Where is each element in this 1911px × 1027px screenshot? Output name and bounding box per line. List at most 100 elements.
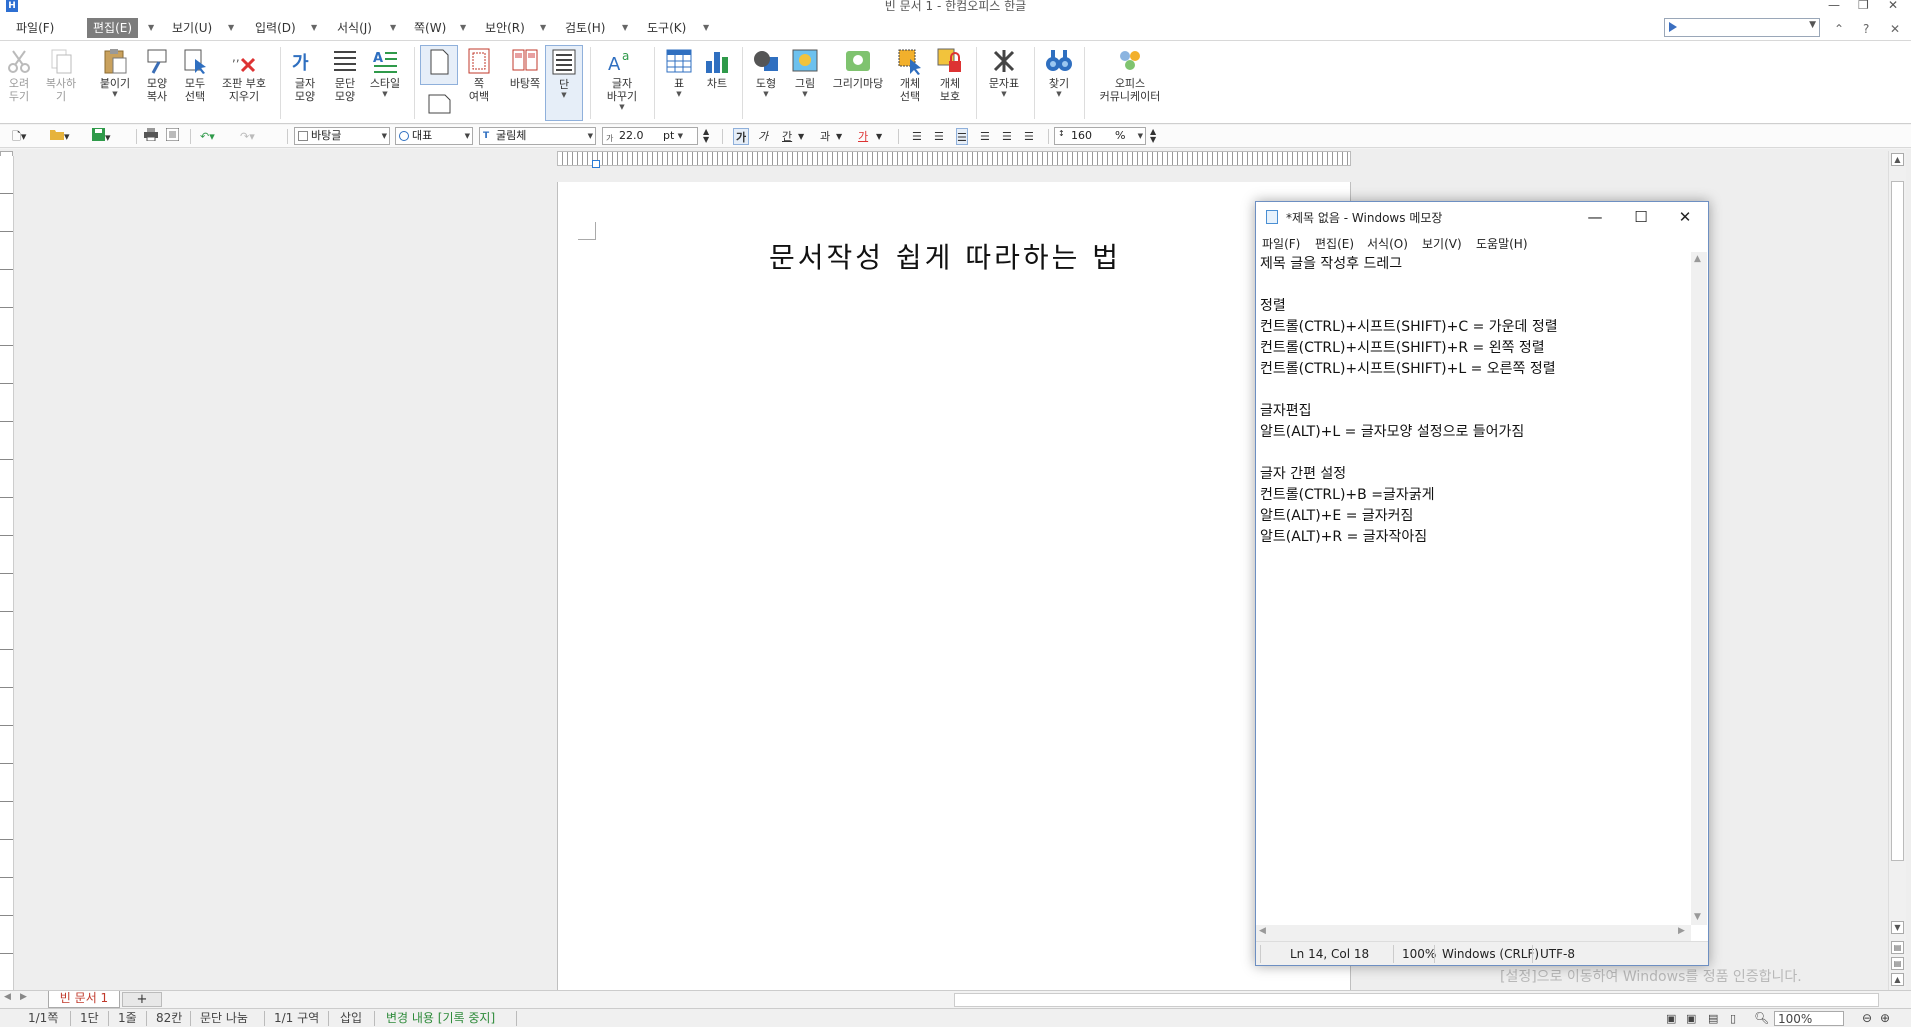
notepad-menu-format[interactable]: 서식(O) xyxy=(1367,235,1408,252)
vertical-scrollbar[interactable]: ▲ ▼ ▤ ▤ ▲ xyxy=(1888,151,1906,991)
page-button[interactable] xyxy=(420,45,458,85)
page-landscape-button[interactable] xyxy=(420,87,458,119)
doc-close-button[interactable]: ✕ xyxy=(1890,22,1900,36)
redo-icon[interactable]: ↷▾ xyxy=(240,128,255,145)
view-outline-icon[interactable]: ▯ xyxy=(1730,1011,1736,1026)
tab-scroll-right-icon[interactable]: ▶ xyxy=(20,992,27,1002)
align-distribute-icon[interactable]: ☰ xyxy=(1002,128,1012,145)
language-combo[interactable]: 대표 ▼ xyxy=(395,127,473,145)
font-size-spinner[interactable]: ▲ ▼ xyxy=(703,128,709,145)
minimize-button[interactable]: — xyxy=(1828,0,1840,12)
page-up-button[interactable]: ▤ xyxy=(1891,941,1904,954)
notepad-menu-edit[interactable]: 편집(E) xyxy=(1315,235,1354,252)
strikethrough-button[interactable]: 과 xyxy=(820,128,830,145)
horizontal-scrollbar[interactable] xyxy=(954,993,1879,1007)
view-web-icon[interactable]: ▤ xyxy=(1708,1011,1718,1026)
undo-icon[interactable]: ↶▾ xyxy=(200,128,215,145)
notepad-vertical-scrollbar[interactable]: ▲ ▼ xyxy=(1691,252,1707,925)
notepad-maximize-button[interactable]: ☐ xyxy=(1618,205,1664,229)
clear-format-button[interactable]: ,, 조판 부호 지우기 xyxy=(218,45,270,121)
zoom-icon[interactable]: 🔍︎ xyxy=(1754,1011,1769,1026)
menu-file[interactable]: 파일(F) xyxy=(10,18,60,38)
format-painter-button[interactable]: 모양 복사 xyxy=(138,45,176,121)
align-justify-icon[interactable]: ☰ xyxy=(912,128,922,145)
picture-button[interactable]: 그림 ▼ xyxy=(786,45,824,121)
help-button[interactable]: ? xyxy=(1863,22,1869,36)
help-search-combo[interactable]: ▼ xyxy=(1664,18,1820,37)
chart-button[interactable]: 차트 xyxy=(698,45,736,121)
tab-document-1[interactable]: 빈 문서 1 xyxy=(48,991,120,1008)
menu-view[interactable]: 보기(U) xyxy=(166,18,218,38)
object-protect-button[interactable]: 개체 보호 xyxy=(931,45,969,121)
scroll-right-icon[interactable]: ▶ xyxy=(1678,926,1685,936)
style-combo[interactable]: 바탕글 ▼ xyxy=(294,127,390,145)
cut-button[interactable]: 오려 두기 xyxy=(0,45,38,121)
table-button[interactable]: 표 ▼ xyxy=(660,45,698,121)
open-folder-icon[interactable]: ▾ xyxy=(50,128,70,145)
notepad-close-button[interactable]: ✕ xyxy=(1662,205,1708,229)
document-page[interactable]: 문서작성 쉽게 따라하는 법 xyxy=(557,182,1351,991)
underline-button[interactable]: 간 xyxy=(782,128,792,145)
notepad-horizontal-scrollbar[interactable]: ◀ ▶ xyxy=(1256,925,1691,941)
document-title-text[interactable]: 문서작성 쉽게 따라하는 법 xyxy=(558,236,1352,276)
menu-format-chevron-icon[interactable]: ▼ xyxy=(390,18,396,38)
char-shape-button[interactable]: 가 글자 모양 xyxy=(286,45,324,121)
columns-button[interactable]: 단 ▼ xyxy=(545,45,583,121)
collapse-ribbon-button[interactable]: ⌃ xyxy=(1834,22,1844,36)
zoom-out-icon[interactable]: ⊖ xyxy=(1862,1011,1872,1026)
status-insert-mode[interactable]: 삽입 xyxy=(340,1011,362,1026)
line-spacing-spinner[interactable]: ▲ ▼ xyxy=(1150,128,1156,145)
notepad-window[interactable]: *제목 없음 - Windows 메모장 — ☐ ✕ 파일(F) 편집(E) 서… xyxy=(1255,201,1709,966)
print-preview-icon[interactable] xyxy=(165,127,180,145)
char-replace-button[interactable]: Aa 글자 바꾸기 ▼ xyxy=(596,45,648,121)
scroll-up-icon[interactable]: ▲ xyxy=(1694,254,1701,264)
paste-button[interactable]: 붙이기 ▼ xyxy=(96,45,134,121)
symbol-button[interactable]: 문자표 ▼ xyxy=(982,45,1026,121)
menu-view-chevron-icon[interactable]: ▼ xyxy=(228,18,234,38)
indent-marker[interactable] xyxy=(592,160,600,168)
horizontal-ruler[interactable] xyxy=(557,151,1351,168)
menu-review[interactable]: 검토(H) xyxy=(559,18,611,38)
menu-insert-chevron-icon[interactable]: ▼ xyxy=(311,18,317,38)
notepad-menu-help[interactable]: 도움말(H) xyxy=(1476,235,1528,252)
zoom-in-icon[interactable]: ⊕ xyxy=(1880,1011,1890,1026)
view-page-icon[interactable]: ▣ xyxy=(1686,1011,1696,1026)
office-communicator-button[interactable]: 오피스 커뮤니케이터 xyxy=(1090,45,1170,121)
save-icon[interactable]: ▾ xyxy=(92,128,111,145)
clipart-button[interactable]: 그리기마당 xyxy=(826,45,890,121)
add-tab-button[interactable]: + xyxy=(122,992,162,1007)
restore-button[interactable]: ❐ xyxy=(1858,0,1869,12)
prev-page-button[interactable]: ▲ xyxy=(1891,973,1904,986)
menu-security[interactable]: 보안(R) xyxy=(479,18,531,38)
menu-tools[interactable]: 도구(K) xyxy=(641,18,692,38)
line-spacing-combo[interactable]: ↕ 160 % ▼ xyxy=(1054,127,1146,145)
select-all-button[interactable]: 모두 선택 xyxy=(176,45,214,121)
para-shape-button[interactable]: 문단 모양 xyxy=(326,45,364,121)
menu-edit-chevron-icon[interactable]: ▼ xyxy=(148,18,154,38)
notepad-titlebar[interactable]: *제목 없음 - Windows 메모장 — ☐ ✕ xyxy=(1256,202,1708,232)
object-select-button[interactable]: 개체 선택 xyxy=(891,45,929,121)
notepad-menu-file[interactable]: 파일(F) xyxy=(1262,235,1300,252)
font-combo[interactable]: T 굴림체 ▼ xyxy=(479,127,596,145)
style-button[interactable]: A 스타일 ▼ xyxy=(366,45,404,121)
find-button[interactable]: 찾기 ▼ xyxy=(1040,45,1078,121)
copy-button[interactable]: 복사하기 xyxy=(42,45,80,121)
chevron-down-icon[interactable]: ▼ xyxy=(1809,20,1816,30)
menu-insert[interactable]: 입력(D) xyxy=(249,18,302,38)
bold-button[interactable]: 가 xyxy=(733,128,750,145)
align-left-icon[interactable]: ☰ xyxy=(934,128,944,145)
scroll-left-icon[interactable]: ◀ xyxy=(1259,926,1266,936)
menu-tools-chevron-icon[interactable]: ▼ xyxy=(703,18,709,38)
notepad-text-area[interactable]: 제목 글을 작성후 드레그 정렬 컨트롤(CTRL)+시프트(SHIFT)+C =… xyxy=(1260,254,1688,924)
scroll-down-button[interactable]: ▼ xyxy=(1891,921,1904,934)
menu-edit[interactable]: 편집(E) xyxy=(87,18,139,38)
font-color-button[interactable]: 가 xyxy=(858,128,868,145)
page-down-button[interactable]: ▤ xyxy=(1891,957,1904,970)
new-doc-icon[interactable]: 🗋▾ xyxy=(12,128,26,145)
notepad-minimize-button[interactable]: — xyxy=(1572,205,1618,229)
shape-button[interactable]: 도형 ▼ xyxy=(747,45,785,121)
font-size-combo[interactable]: 가 22.0 pt ▼ xyxy=(602,127,698,145)
close-button[interactable]: ✕ xyxy=(1888,0,1898,12)
menu-page[interactable]: 쪽(W) xyxy=(408,18,452,38)
scroll-up-button[interactable]: ▲ xyxy=(1891,153,1904,166)
